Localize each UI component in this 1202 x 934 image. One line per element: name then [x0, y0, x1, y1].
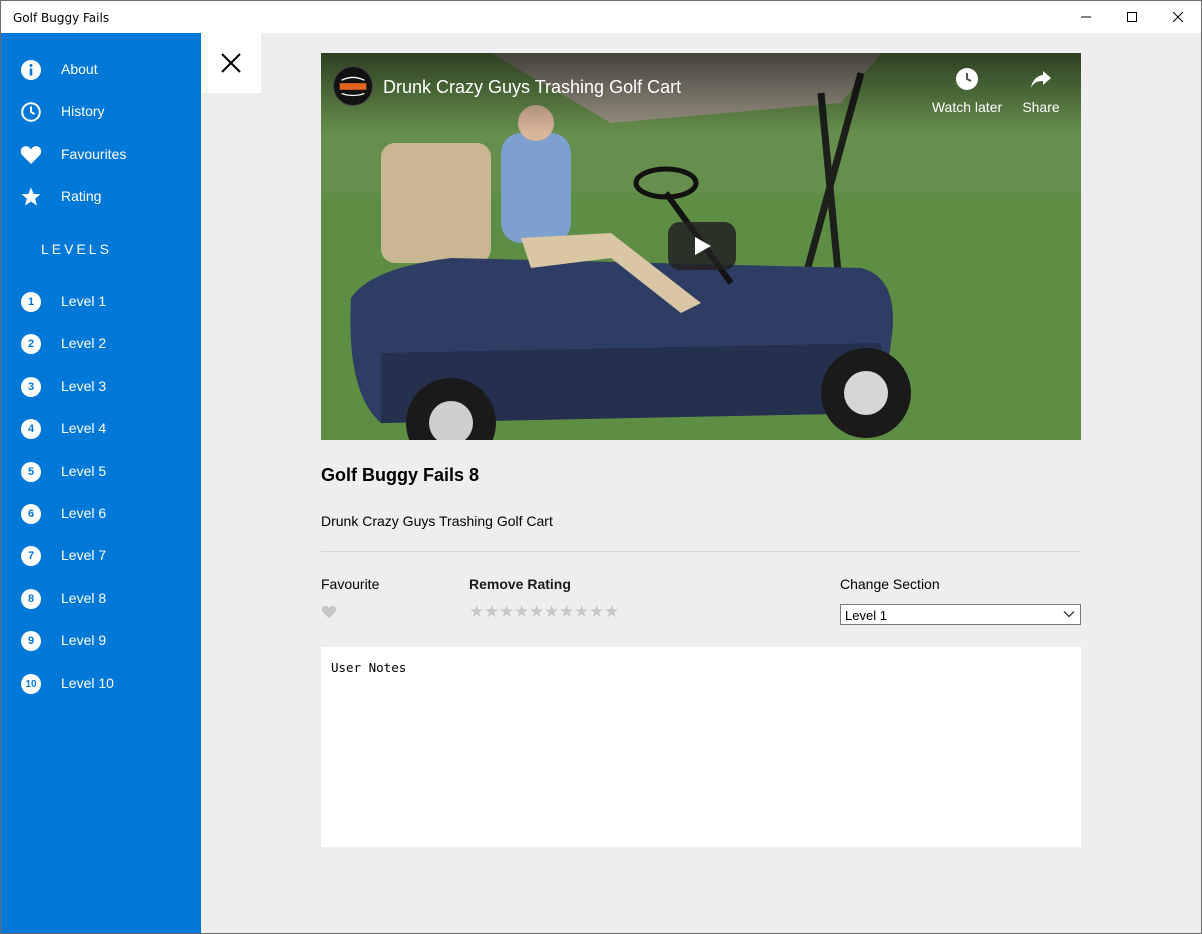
favourite-toggle[interactable]: [321, 605, 339, 621]
sidebar-item-level-4[interactable]: 4 Level 4: [1, 408, 201, 448]
title-bar: Golf Buggy Fails: [1, 1, 1201, 33]
play-icon: [695, 237, 711, 255]
number-9-icon: 9: [20, 630, 42, 652]
app-window: Golf Buggy Fails About History Favourite…: [0, 0, 1202, 934]
section-select-value: Level 1: [845, 608, 887, 623]
sidebar-item-level-1[interactable]: 1 Level 1: [1, 281, 201, 321]
sidebar-item-label: About: [61, 61, 98, 77]
rating-star-9[interactable]: ★: [589, 604, 604, 621]
maximize-icon: [1127, 12, 1137, 22]
video-description: Drunk Crazy Guys Trashing Golf Cart: [321, 513, 553, 529]
close-pane-button[interactable]: [201, 33, 261, 93]
sidebar-item-rating[interactable]: Rating: [1, 176, 201, 216]
sidebar-item-level-2[interactable]: 2 Level 2: [1, 323, 201, 363]
sidebar-item-label: Level 10: [61, 675, 114, 691]
section-select[interactable]: Level 1: [840, 604, 1081, 625]
sidebar-item-label: Level 9: [61, 632, 107, 648]
number-10-icon: 10: [20, 673, 42, 695]
minimize-icon: [1081, 16, 1091, 18]
change-section-label: Change Section: [840, 576, 940, 592]
sidebar-item-favourites[interactable]: Favourites: [1, 134, 201, 174]
share-icon: [1031, 71, 1051, 88]
sidebar-item-label: Level 7: [61, 547, 107, 563]
channel-logo[interactable]: [333, 66, 373, 106]
watch-later-button[interactable]: Watch later: [927, 67, 1007, 115]
sidebar-item-level-3[interactable]: 3 Level 3: [1, 366, 201, 406]
number-3-icon: 3: [20, 376, 42, 398]
maximize-button[interactable]: [1109, 1, 1155, 33]
sidebar: About History Favourites Rating LEVELS 1…: [1, 33, 201, 933]
number-5-icon: 5: [20, 461, 42, 483]
info-icon: [20, 59, 42, 81]
levels-heading: LEVELS: [41, 241, 112, 257]
sidebar-item-level-10[interactable]: 10 Level 10: [1, 663, 201, 703]
watch-later-label: Watch later: [931, 99, 1003, 115]
close-icon: [221, 53, 241, 73]
number-8-icon: 8: [20, 588, 42, 610]
remove-rating-button[interactable]: Remove Rating: [469, 576, 571, 592]
sidebar-item-level-8[interactable]: 8 Level 8: [1, 578, 201, 618]
rating-star-2[interactable]: ★: [484, 604, 499, 621]
rating-star-8[interactable]: ★: [574, 604, 589, 621]
rating-star-7[interactable]: ★: [559, 604, 574, 621]
sidebar-item-about[interactable]: About: [1, 49, 201, 89]
sidebar-item-label: Rating: [61, 188, 102, 204]
clock-icon: [20, 101, 42, 123]
sidebar-item-label: Level 2: [61, 335, 107, 351]
share-label: Share: [1022, 99, 1060, 115]
video-title[interactable]: Drunk Crazy Guys Trashing Golf Cart: [383, 77, 681, 98]
number-6-icon: 6: [20, 503, 42, 525]
sidebar-item-level-5[interactable]: 5 Level 5: [1, 451, 201, 491]
rating-star-5[interactable]: ★: [529, 604, 544, 621]
sidebar-item-history[interactable]: History: [1, 91, 201, 131]
sidebar-item-label: Favourites: [61, 146, 127, 162]
sidebar-item-label: Level 4: [61, 420, 107, 436]
play-button[interactable]: [668, 222, 736, 270]
user-notes-placeholder: User Notes: [331, 660, 407, 675]
favourite-label: Favourite: [321, 576, 380, 592]
sidebar-item-label: Level 1: [61, 293, 107, 309]
window-title: Golf Buggy Fails: [13, 11, 110, 25]
sidebar-item-label: Level 6: [61, 505, 107, 521]
video-heading: Golf Buggy Fails 8: [321, 465, 480, 485]
chevron-down-icon: [1063, 611, 1075, 618]
number-2-icon: 2: [20, 333, 42, 355]
heart-icon: [321, 605, 337, 619]
user-notes-input[interactable]: User Notes: [321, 647, 1081, 847]
rating-star-3[interactable]: ★: [499, 604, 514, 621]
divider: [321, 551, 1081, 552]
number-7-icon: 7: [20, 545, 42, 567]
sidebar-item-label: Level 5: [61, 463, 107, 479]
clock-icon: [956, 68, 978, 90]
number-4-icon: 4: [20, 418, 42, 440]
close-icon: [1173, 12, 1183, 22]
sidebar-item-level-9[interactable]: 9 Level 9: [1, 620, 201, 660]
share-button[interactable]: Share: [1001, 67, 1081, 115]
rating-star-1[interactable]: ★: [469, 604, 484, 621]
sidebar-item-label: Level 8: [61, 590, 107, 606]
rating-stars[interactable]: ★ ★ ★ ★ ★ ★ ★ ★ ★ ★: [469, 604, 619, 621]
sidebar-item-label: Level 3: [61, 378, 107, 394]
rating-star-4[interactable]: ★: [514, 604, 529, 621]
minimize-button[interactable]: [1063, 1, 1109, 33]
sidebar-item-label: History: [61, 103, 105, 119]
sidebar-item-level-7[interactable]: 7 Level 7: [1, 535, 201, 575]
number-1-icon: 1: [20, 291, 42, 313]
video-player[interactable]: Drunk Crazy Guys Trashing Golf Cart Watc…: [321, 53, 1081, 440]
star-icon: [20, 186, 42, 208]
rating-star-6[interactable]: ★: [544, 604, 559, 621]
close-window-button[interactable]: [1155, 1, 1201, 33]
rating-star-10[interactable]: ★: [604, 604, 619, 621]
heart-icon: [20, 144, 42, 166]
sidebar-item-level-6[interactable]: 6 Level 6: [1, 493, 201, 533]
